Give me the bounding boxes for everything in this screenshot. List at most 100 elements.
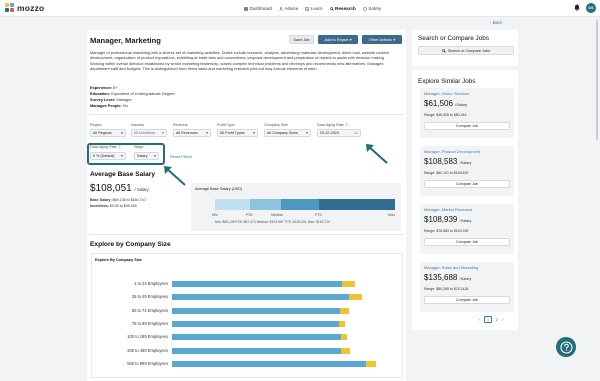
nav-research[interactable]: Research <box>329 6 356 11</box>
avatar[interactable]: DS <box>586 3 596 13</box>
survey-level-label: Survey Level: <box>90 97 116 102</box>
nav-advise-label: Advise <box>284 6 299 11</box>
similar-job-title[interactable]: Manager, Visitor Services <box>424 91 469 96</box>
research-icon <box>329 6 334 11</box>
bell-icon[interactable] <box>574 4 580 11</box>
max-label: Max <box>388 213 395 217</box>
similar-job-title[interactable]: Manager, Product Development <box>424 149 480 154</box>
experience-value: 8+ <box>113 85 118 90</box>
min-label: Min <box>212 213 218 217</box>
company-size-bar-row: 100 to 199 Employees <box>92 334 392 341</box>
company-size-bar-row: 50 to 74 Employees <box>92 307 392 314</box>
chevron-down-icon: ▾ <box>206 131 208 135</box>
similar-job-title[interactable]: Manager, Market Research <box>424 207 472 212</box>
learn-icon <box>305 6 310 11</box>
nav-safety-label: Safety <box>368 6 382 11</box>
compare-job-button[interactable]: Compare Job <box>424 122 510 130</box>
industry-label: Industry <box>131 123 145 127</box>
profit-type-value: All Profit Types <box>220 131 245 135</box>
search-compare-title: Search or Compare Jobs <box>418 35 490 42</box>
company-size-select[interactable]: All Company Sizes ▾ <box>264 129 311 137</box>
similar-job-card: Manager, Market Research $108,939 /Salar… <box>420 204 514 254</box>
similar-job-title[interactable]: Manager, Sales and Marketing <box>424 265 478 270</box>
company-size-bar-base <box>172 347 342 354</box>
similar-job-salary-value: $108,583 <box>424 157 458 166</box>
nav-safety[interactable]: Safety <box>362 6 382 11</box>
similar-jobs-panel: Explore Similar Jobs Manager, Visitor Se… <box>412 66 518 330</box>
similar-job-card: Manager, Sales and Marketing $135,688 /S… <box>420 262 514 312</box>
company-size-value: All Company Sizes <box>267 131 298 135</box>
similar-job-salary: $108,939 /Salary <box>424 215 471 224</box>
company-size-bar-row: 500 to 999 Employees <box>92 360 392 367</box>
chevron-down-icon: ▾ <box>306 131 308 135</box>
region-select[interactable]: All Regions ▾ <box>90 129 126 137</box>
similar-job-range: Range: $45,526 to $80,246 <box>424 113 467 117</box>
back-link[interactable]: ‹ Back <box>490 20 502 25</box>
region-label: Region <box>90 123 102 127</box>
average-base-salary-title: Average Base Salary <box>90 171 156 178</box>
wage-select[interactable]: Salary ▾ <box>134 152 159 160</box>
experience-label: Experience: <box>90 85 113 90</box>
profit-type-select[interactable]: All Profit Types ▾ <box>217 129 258 137</box>
similar-job-salary-value: $61,506 <box>424 99 453 108</box>
company-size-category-label: 100 to 199 Employees <box>127 334 168 340</box>
wage-label: Wage <box>134 145 144 149</box>
manages-people-value: No <box>122 103 128 108</box>
range-segment-p75-max <box>319 199 395 210</box>
chevron-left-icon[interactable]: ‹ <box>479 317 480 322</box>
profit-type-label: Profit Type <box>217 123 235 127</box>
industry-select[interactable]: All Industries ▾ <box>131 129 167 137</box>
similar-job-unit: /Salary <box>455 103 467 107</box>
manages-people-label: Manages People: <box>90 103 122 108</box>
add-to-report-label: Add to Report <box>324 37 349 42</box>
base-salary-value: $69,138 to $160,710 <box>112 198 146 202</box>
company-size-bar-incentive <box>340 307 349 314</box>
nav-dashboard[interactable]: Dashboard <box>244 6 272 11</box>
revenue-select[interactable]: All Revenues ▾ <box>173 129 211 137</box>
other-actions-button[interactable]: Other Actions ▾ <box>362 35 402 44</box>
incentives-label: Incentives: <box>90 204 109 208</box>
similar-job-unit: /Salary <box>459 277 472 281</box>
compare-job-button[interactable]: Compare Job <box>424 296 510 304</box>
page-2-button[interactable]: 2 <box>496 317 498 322</box>
compare-job-button[interactable]: Compare Job <box>424 180 510 188</box>
page-1-button[interactable]: 1 <box>484 316 492 323</box>
reset-filters-link[interactable]: Reset Filters <box>170 154 192 159</box>
data-aging-rate-select[interactable]: 5 % (Default) ▾ <box>90 152 126 160</box>
chevron-down-icon: ▾ <box>154 154 156 158</box>
chevron-down-icon: ▾ <box>393 37 396 42</box>
save-job-button[interactable]: Save Job <box>289 35 314 44</box>
company-size-chart-title: Explore By Company Size <box>95 258 142 262</box>
company-size-bar-base <box>172 334 342 341</box>
advise-icon <box>279 6 283 11</box>
help-button[interactable] <box>556 337 576 357</box>
similar-job-unit: /Salary <box>459 219 472 223</box>
compare-job-button[interactable]: Compare Job <box>424 238 510 246</box>
similar-job-card: Manager, Product Development $108,583 /S… <box>420 146 514 196</box>
search-compare-button[interactable]: Search or Compare Jobs <box>418 46 514 55</box>
scrollbar[interactable] <box>596 20 598 140</box>
nav-learn[interactable]: Learn <box>305 6 323 11</box>
similar-job-unit: /Salary <box>459 161 472 165</box>
experience-row: Experience: 8+ <box>90 85 118 90</box>
nav-advise[interactable]: Advise <box>279 6 298 11</box>
education-label: Education: <box>90 91 111 96</box>
add-to-report-button[interactable]: Add to Report ▾ <box>318 35 358 44</box>
data-aging-date-input[interactable]: 03-22-2024 ▭ <box>317 129 361 137</box>
company-size-category-label: 50 to 74 Employees <box>131 307 168 313</box>
safety-icon <box>362 6 367 11</box>
data-aging-rate-label-text: Data Aging Rate <box>90 145 117 149</box>
company-size-bar-base <box>172 320 339 327</box>
incentives-value: $0.00 to $99,000 <box>109 204 137 208</box>
chevron-down-icon: ▾ <box>121 154 123 158</box>
info-icon: ⓘ <box>344 123 349 127</box>
chevron-down-icon: ▾ <box>121 131 123 135</box>
annotation-arrow-icon <box>164 166 186 186</box>
logo[interactable]: mozzo <box>5 3 44 13</box>
data-aging-date-label-text: Data Aging Rate <box>317 123 344 127</box>
company-size-bar-base <box>172 360 366 367</box>
chevron-down-icon: ▾ <box>253 131 255 135</box>
salary-stats: Min: $69,138 P25: $87,474 Median: $103,9… <box>215 220 331 224</box>
chevron-right-icon[interactable]: › <box>502 317 503 322</box>
explore-company-size-title: Explore by Company Size <box>90 241 171 248</box>
